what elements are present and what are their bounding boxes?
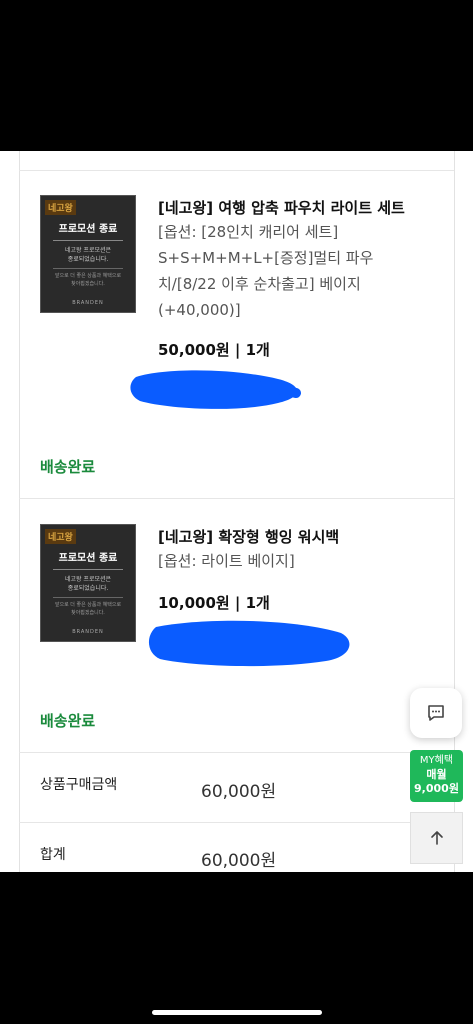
promo-small-text: 앞으로 더 좋은 상품과 혜택으로 찾아뵙겠습니다. <box>54 273 122 287</box>
brand-logo: 네고왕 <box>45 200 76 215</box>
total-value: 60,000원 <box>201 851 277 871</box>
option-line: (+40,000)] <box>158 301 241 319</box>
purchase-amount-value: 60,000원 <box>201 782 277 802</box>
arrow-up-icon <box>430 831 443 845</box>
option-line: 치/[8/22 이후 순차출고] 베이지 <box>158 275 361 293</box>
promo-ended-label: 프로모션 종료 <box>58 224 118 235</box>
divider <box>19 822 454 823</box>
brand-name: BRANDEN <box>72 629 104 635</box>
promo-ended-label: 프로모션 종료 <box>58 553 118 564</box>
brand-logo: 네고왕 <box>45 529 76 544</box>
my-benefit-label: MY혜택 <box>419 755 454 766</box>
divider <box>19 498 454 499</box>
brand-name: BRANDEN <box>72 300 104 306</box>
option-line: S+S+M+M+L+[증정]멀티 파우 <box>158 249 374 267</box>
thumb-divider <box>53 268 123 269</box>
product-thumbnail[interactable]: 네고왕 프로모션 종료 네고왕 프로모션은 종료되었습니다. 앞으로 더 좋은 … <box>40 524 136 642</box>
total-label: 합계 <box>40 847 66 863</box>
redaction-scribble <box>148 620 350 667</box>
option-line: [옵션: [28인치 캐리어 세트] <box>158 223 339 241</box>
thumb-divider <box>53 240 123 241</box>
home-indicator[interactable] <box>152 1010 322 1015</box>
promo-ended-text: 네고왕 프로모션은 종료되었습니다. <box>64 576 112 592</box>
redaction-scribble <box>130 370 301 409</box>
my-benefit-button[interactable]: MY혜택 매월 9,000원 <box>410 750 463 802</box>
divider <box>19 170 454 171</box>
product-price-qty: 10,000원 | 1개 <box>158 594 270 612</box>
product-thumbnail[interactable]: 네고왕 프로모션 종료 네고왕 프로모션은 종료되었습니다. 앞으로 더 좋은 … <box>40 195 136 313</box>
my-benefit-sub: 매월 <box>426 768 447 781</box>
product-title[interactable]: [네고왕] 확장형 행잉 워시백 <box>158 526 339 547</box>
thumb-divider <box>53 597 123 598</box>
promo-ended-text: 네고왕 프로모션은 종료되었습니다. <box>64 247 112 263</box>
product-title[interactable]: [네고왕] 여행 압축 파우치 라이트 세트 <box>158 197 405 218</box>
delivery-status: 배송완료 <box>40 712 96 730</box>
product-option: [옵션: 라이트 베이지] <box>158 548 408 574</box>
chat-icon <box>428 705 444 721</box>
order-detail-page: 네고왕 프로모션 종료 네고왕 프로모션은 종료되었습니다. 앞으로 더 좋은 … <box>0 151 473 872</box>
promo-small-text: 앞으로 더 좋은 상품과 혜택으로 찾아뵙겠습니다. <box>54 602 122 616</box>
delivery-status: 배송완료 <box>40 458 96 476</box>
my-benefit-amount: 9,000원 <box>414 782 459 795</box>
option-line: [옵션: 라이트 베이지] <box>158 552 295 570</box>
product-price-qty: 50,000원 | 1개 <box>158 341 270 359</box>
thumb-divider <box>53 569 123 570</box>
purchase-amount-label: 상품구매금액 <box>40 777 118 793</box>
scroll-top-button[interactable] <box>410 812 463 864</box>
divider <box>19 752 454 753</box>
product-option: [옵션: [28인치 캐리어 세트] S+S+M+M+L+[증정]멀티 파우 치… <box>158 219 408 323</box>
chat-button[interactable] <box>410 688 462 738</box>
